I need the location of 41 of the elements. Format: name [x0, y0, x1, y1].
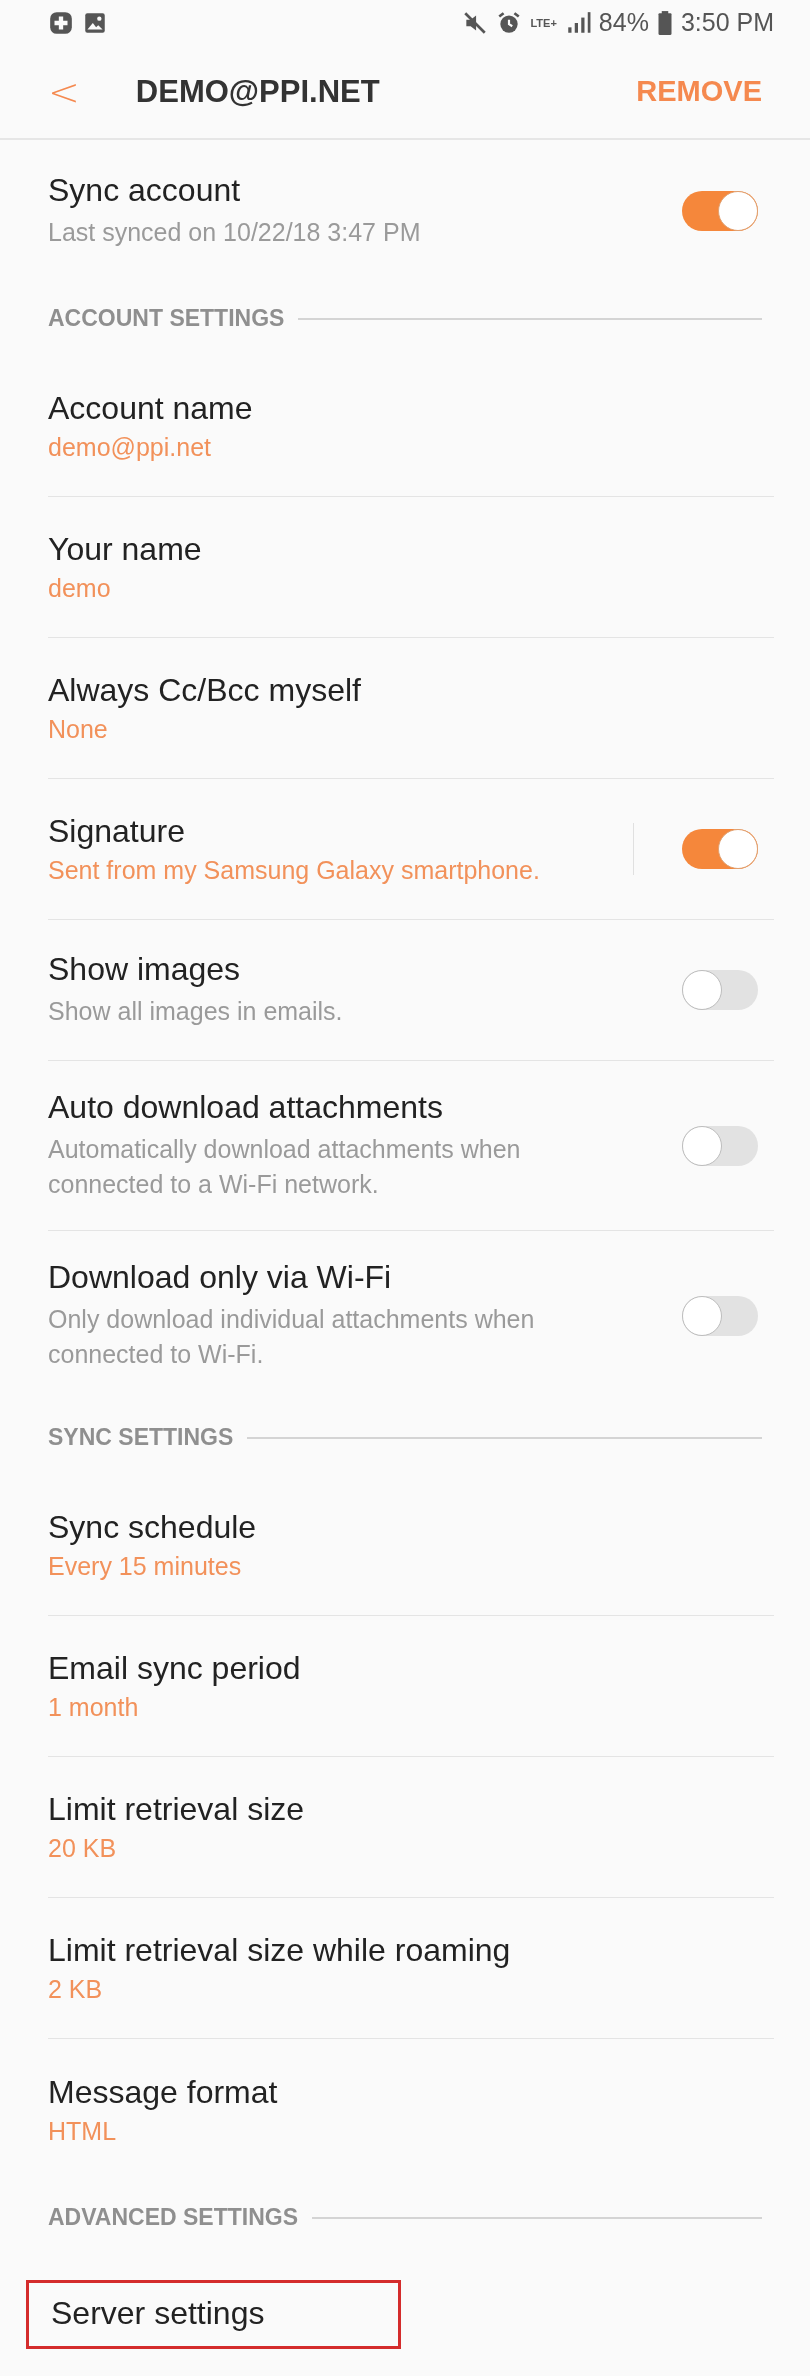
setting-title[interactable]: Sync account [48, 171, 662, 209]
setting-description: Automatically download attachments when connected to a Wi-Fi network. [48, 1134, 522, 1200]
setting-value: Every 15 minutes [48, 1552, 243, 1581]
screen-title: DEMO@PPI.NET [135, 73, 381, 110]
toggle-switch[interactable] [682, 190, 758, 231]
toggle-switch[interactable] [682, 1125, 758, 1166]
setting-title[interactable]: Account name [48, 390, 774, 427]
setting-description: Show all images in emails. [48, 996, 344, 1027]
setting-value: 2 KB [48, 1975, 104, 2004]
section-header: ADVANCED SETTINGS [48, 2204, 299, 2231]
setting-title[interactable]: Signature [48, 813, 605, 850]
setting-title[interactable]: Server settings [51, 2295, 376, 2332]
section-header: ACCOUNT SETTINGS [48, 305, 285, 332]
setting-value: Sent from my Samsung Galaxy smartphone. [48, 856, 541, 885]
toggle-switch[interactable] [682, 970, 758, 1010]
setting-title[interactable]: Message format [48, 2073, 774, 2111]
setting-value: 20 KB [48, 1834, 118, 1863]
setting-title[interactable]: Limit retrieval size [48, 1791, 774, 1828]
setting-title[interactable]: Always Cc/Bcc myself [48, 672, 774, 709]
setting-value: demo@ppi.net [48, 433, 212, 462]
setting-title[interactable]: Auto download attachments [48, 1089, 662, 1126]
setting-value: None [48, 715, 109, 744]
setting-title[interactable]: Download only via Wi-Fi [48, 1259, 662, 1296]
setting-title[interactable]: Email sync period [48, 1650, 774, 1687]
toggle-switch[interactable] [682, 829, 758, 869]
setting-description: Only download individual attachments when connected to Wi-Fi. [48, 1304, 536, 1370]
setting-title[interactable]: Limit retrieval size while roaming [48, 1932, 774, 1969]
clock-time: 3:50 PM [680, 8, 774, 37]
setting-value: HTML [48, 2116, 118, 2146]
setting-title[interactable]: Your name [48, 531, 774, 568]
setting-title[interactable]: Show images [48, 951, 662, 988]
setting-value: 1 month [48, 1693, 140, 1722]
setting-description: Last synced on 10/22/18 3:47 PM [48, 216, 422, 248]
battery-percent: 84% [598, 8, 649, 37]
battery-icon [656, 9, 673, 36]
network-type: LTE+ [530, 16, 557, 29]
setting-value: demo [48, 574, 112, 603]
section-header: SYNC SETTINGS [48, 1424, 234, 1451]
plus-icon [48, 9, 74, 36]
toggle-switch[interactable] [682, 1295, 758, 1336]
setting-title[interactable]: Sync schedule [48, 1509, 774, 1546]
